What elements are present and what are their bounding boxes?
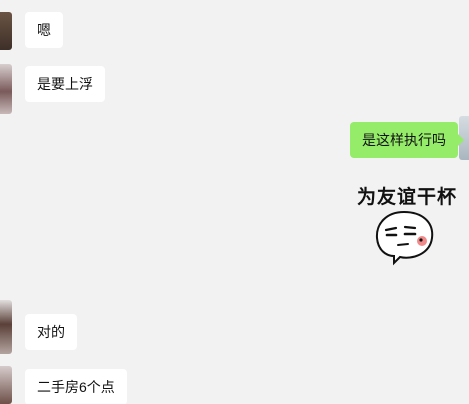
incoming-message-bubble[interactable]: 二手房6个点	[25, 369, 127, 404]
contact-avatar[interactable]	[0, 300, 12, 354]
sticker-message[interactable]: 为友谊干杯	[352, 176, 462, 268]
incoming-message-bubble[interactable]: 是要上浮	[25, 66, 105, 102]
cartoon-face-sticker-icon	[375, 210, 434, 266]
incoming-message-bubble[interactable]: 嗯	[25, 12, 63, 48]
contact-avatar[interactable]	[0, 366, 12, 404]
sticker-caption: 为友谊干杯	[356, 186, 457, 208]
contact-avatar[interactable]	[0, 64, 12, 114]
incoming-message-bubble[interactable]: 对的	[25, 314, 77, 350]
chat-window: 嗯 是要上浮 是这样执行吗 为友谊干杯 对的 二手房6个点	[0, 0, 469, 404]
contact-avatar[interactable]	[0, 12, 12, 50]
outgoing-message-bubble[interactable]: 是这样执行吗	[350, 122, 464, 158]
